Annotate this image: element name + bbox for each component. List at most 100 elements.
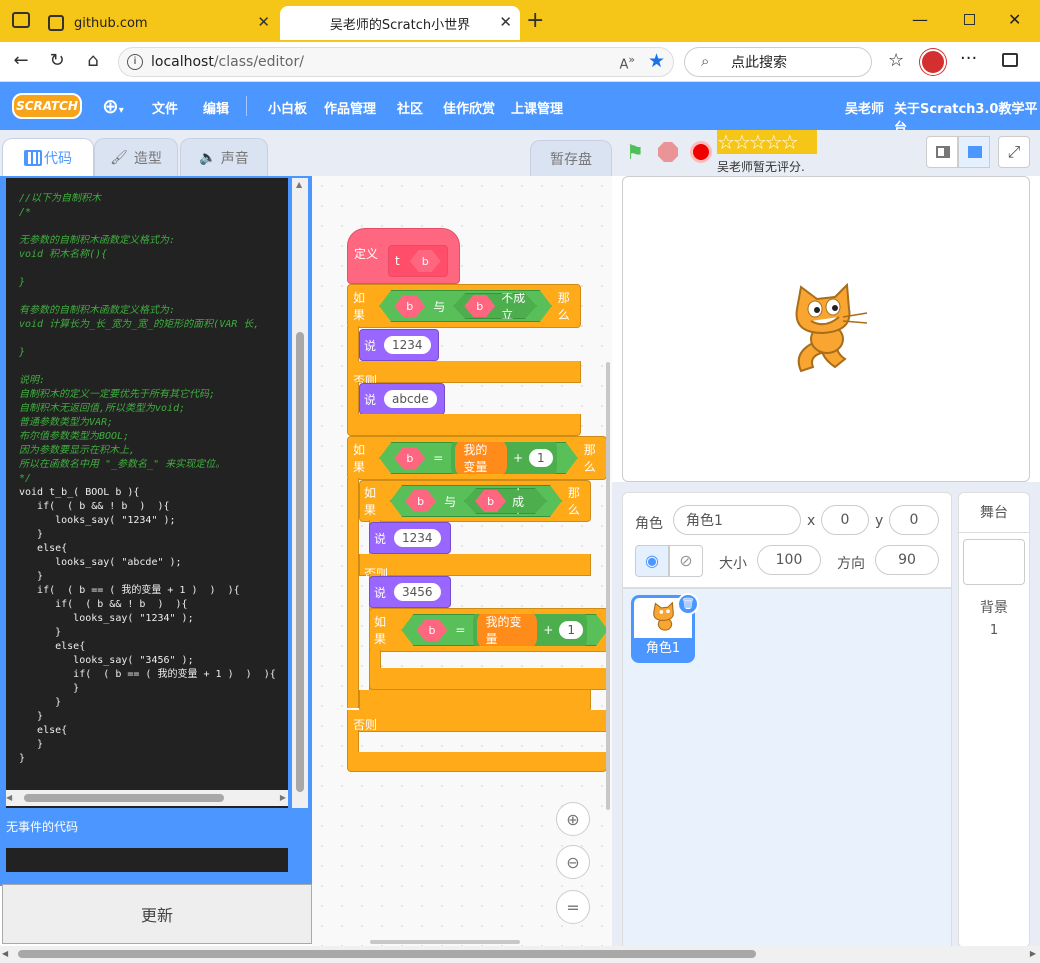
size-input[interactable]: 100 bbox=[757, 545, 821, 575]
favorites-icon[interactable]: ☆ bbox=[888, 50, 904, 71]
browser-tab-github[interactable]: github.com ✕ bbox=[36, 6, 278, 40]
page-h-scroll-thumb[interactable] bbox=[18, 950, 756, 958]
refresh-icon[interactable]: ↻ bbox=[44, 50, 70, 74]
no-event-code-box[interactable] bbox=[6, 848, 288, 872]
maximize-icon[interactable] bbox=[964, 14, 975, 25]
zoom-out-icon[interactable]: ⊖ bbox=[556, 845, 590, 879]
number-input[interactable]: 1 bbox=[559, 621, 583, 639]
scratch-logo[interactable]: SCRATCH bbox=[12, 93, 82, 119]
update-button[interactable]: 更新 bbox=[2, 884, 312, 944]
if-else-block-1[interactable]: 如果 b 与 b 不成立 那么 bbox=[347, 284, 581, 328]
tab-sound[interactable]: 🔈 声音 bbox=[180, 138, 268, 176]
say-value[interactable]: 1234 bbox=[394, 529, 441, 547]
y-input[interactable]: 0 bbox=[889, 505, 939, 535]
code-horizontal-scrollbar[interactable]: ◀ ▶ bbox=[6, 790, 288, 806]
page-scroll-right-icon[interactable]: ▶ bbox=[1030, 949, 1036, 958]
favorite-star-icon[interactable]: ★ bbox=[648, 50, 665, 72]
say-block[interactable]: 说 1234 bbox=[369, 522, 451, 554]
variable-reporter[interactable]: 我的变量 bbox=[455, 438, 507, 478]
bool-b[interactable]: b bbox=[464, 295, 495, 317]
search-box[interactable]: ⌕ 点此搜索 bbox=[684, 47, 872, 77]
backpack-tab[interactable]: 暂存盘 bbox=[530, 140, 612, 176]
close-window-icon[interactable]: ✕ bbox=[1008, 10, 1021, 29]
stop-icon[interactable] bbox=[658, 142, 678, 162]
and-condition[interactable]: b 与 b 不成立 bbox=[379, 290, 552, 322]
menu-showcase[interactable]: 佳作欣赏 bbox=[443, 98, 495, 117]
x-input[interactable]: 0 bbox=[821, 505, 869, 535]
script-workspace[interactable]: 定义 t b 如果 b 与 b 不成立 那么 说 1234 否则 说 abcde… bbox=[312, 176, 612, 946]
profile-avatar[interactable] bbox=[920, 49, 946, 75]
say-block[interactable]: 说 3456 bbox=[369, 576, 451, 608]
bool-b[interactable]: b bbox=[394, 447, 425, 469]
menu-community[interactable]: 社区 bbox=[397, 98, 423, 117]
info-icon[interactable]: i bbox=[127, 54, 143, 70]
not-condition[interactable]: b 不成立 bbox=[464, 488, 547, 514]
close-tab-icon[interactable]: ✕ bbox=[257, 13, 270, 31]
menu-file[interactable]: 文件 bbox=[152, 98, 178, 117]
back-icon[interactable]: ← bbox=[8, 50, 34, 74]
say-block[interactable]: 说 abcde bbox=[359, 383, 445, 415]
bool-b[interactable]: b bbox=[405, 490, 436, 512]
zoom-in-icon[interactable]: ⊕ bbox=[556, 802, 590, 836]
read-aloud-icon[interactable]: A» bbox=[619, 53, 635, 72]
scroll-right-icon[interactable]: ▶ bbox=[280, 793, 286, 802]
fullscreen-icon[interactable]: ⤢ bbox=[998, 136, 1030, 168]
say-value[interactable]: 3456 bbox=[394, 583, 441, 601]
small-stage-icon[interactable] bbox=[926, 136, 958, 168]
url-bar[interactable]: i localhost/class/editor/ A» ★ bbox=[118, 47, 674, 77]
more-icon[interactable]: ··· bbox=[960, 48, 977, 69]
menu-edit[interactable]: 编辑 bbox=[203, 98, 229, 117]
stage-canvas[interactable] bbox=[622, 176, 1030, 482]
say-block[interactable]: 说 1234 bbox=[359, 329, 439, 361]
cat-sprite-icon[interactable] bbox=[783, 283, 871, 375]
code-h-scroll-thumb[interactable] bbox=[24, 794, 224, 802]
menu-class-manage[interactable]: 上课管理 bbox=[511, 98, 563, 117]
close-tab-icon[interactable]: ✕ bbox=[499, 13, 512, 31]
zoom-reset-icon[interactable]: = bbox=[556, 890, 590, 924]
workspace-v-scroll-thumb[interactable] bbox=[606, 362, 610, 810]
page-horizontal-scrollbar[interactable]: ◀ ▶ bbox=[0, 946, 1040, 963]
not-condition[interactable]: b 不成立 bbox=[453, 293, 537, 319]
bool-b[interactable]: b bbox=[416, 619, 447, 641]
backdrop-thumb[interactable] bbox=[963, 539, 1025, 585]
home-icon[interactable]: ⌂ bbox=[80, 50, 106, 74]
show-sprite-eye-icon[interactable]: ◉ bbox=[635, 545, 669, 577]
bool-b[interactable]: b bbox=[394, 295, 425, 317]
define-block[interactable]: 定义 t b bbox=[347, 228, 460, 284]
code-v-scroll-thumb[interactable] bbox=[296, 332, 304, 792]
equals-condition[interactable]: b = 我的变量 + 1 bbox=[401, 614, 608, 646]
sprite-name-input[interactable]: 角色1 bbox=[673, 505, 801, 535]
page-scroll-left-icon[interactable]: ◀ bbox=[2, 949, 8, 958]
large-stage-icon[interactable] bbox=[958, 136, 990, 168]
scroll-left-icon[interactable]: ◀ bbox=[6, 793, 12, 802]
code-editor[interactable]: //以下为自制积木 /* 无参数的自制积木函数定义格式为: void 积木名称(){}… bbox=[6, 178, 288, 808]
equals-condition[interactable]: b = 我的变量 + 1 bbox=[379, 442, 577, 474]
if-else-block-2[interactable]: 如果 b = 我的变量 + 1 那么 bbox=[347, 436, 607, 480]
stage-select-panel[interactable]: 舞台 背景 1 bbox=[958, 492, 1030, 948]
tab-actions-icon[interactable] bbox=[12, 12, 30, 28]
delete-sprite-icon[interactable]: 🗑 bbox=[677, 593, 699, 615]
tab-code[interactable]: 代码 bbox=[2, 138, 94, 176]
bool-b[interactable]: b bbox=[475, 490, 506, 512]
number-input[interactable]: 1 bbox=[529, 449, 553, 467]
say-value[interactable]: abcde bbox=[384, 390, 437, 408]
tab-costume[interactable]: 🖌 造型 bbox=[94, 138, 178, 176]
param-b[interactable]: b bbox=[410, 250, 441, 272]
menu-project-manage[interactable]: 作品管理 bbox=[324, 98, 376, 117]
scroll-up-icon[interactable]: ▲ bbox=[296, 180, 302, 189]
new-tab-icon[interactable]: + bbox=[526, 8, 544, 33]
minimize-icon[interactable]: — bbox=[912, 10, 928, 29]
menu-whiteboard[interactable]: 小白板 bbox=[268, 98, 307, 117]
record-icon[interactable] bbox=[690, 141, 712, 163]
workspace-h-scroll-thumb[interactable] bbox=[370, 940, 520, 944]
sidebar-icon[interactable] bbox=[1002, 53, 1018, 67]
and-condition[interactable]: b 与 b 不成立 bbox=[390, 485, 562, 517]
plus-operator[interactable]: 我的变量 + 1 bbox=[451, 435, 556, 481]
variable-reporter[interactable]: 我的变量 bbox=[477, 610, 537, 650]
green-flag-icon[interactable]: ⚑ bbox=[626, 140, 644, 164]
inner-if-block[interactable]: 如果 b = 我的变量 + 1 bbox=[369, 608, 609, 652]
code-vertical-scrollbar[interactable]: ▲ bbox=[292, 178, 308, 808]
nested-if-else-block[interactable]: 如果 b 与 b 不成立 那么 bbox=[359, 480, 591, 522]
hide-sprite-eye-icon[interactable]: ⊘ bbox=[669, 545, 703, 577]
rating-stars[interactable]: ☆☆☆☆☆ bbox=[717, 130, 817, 154]
